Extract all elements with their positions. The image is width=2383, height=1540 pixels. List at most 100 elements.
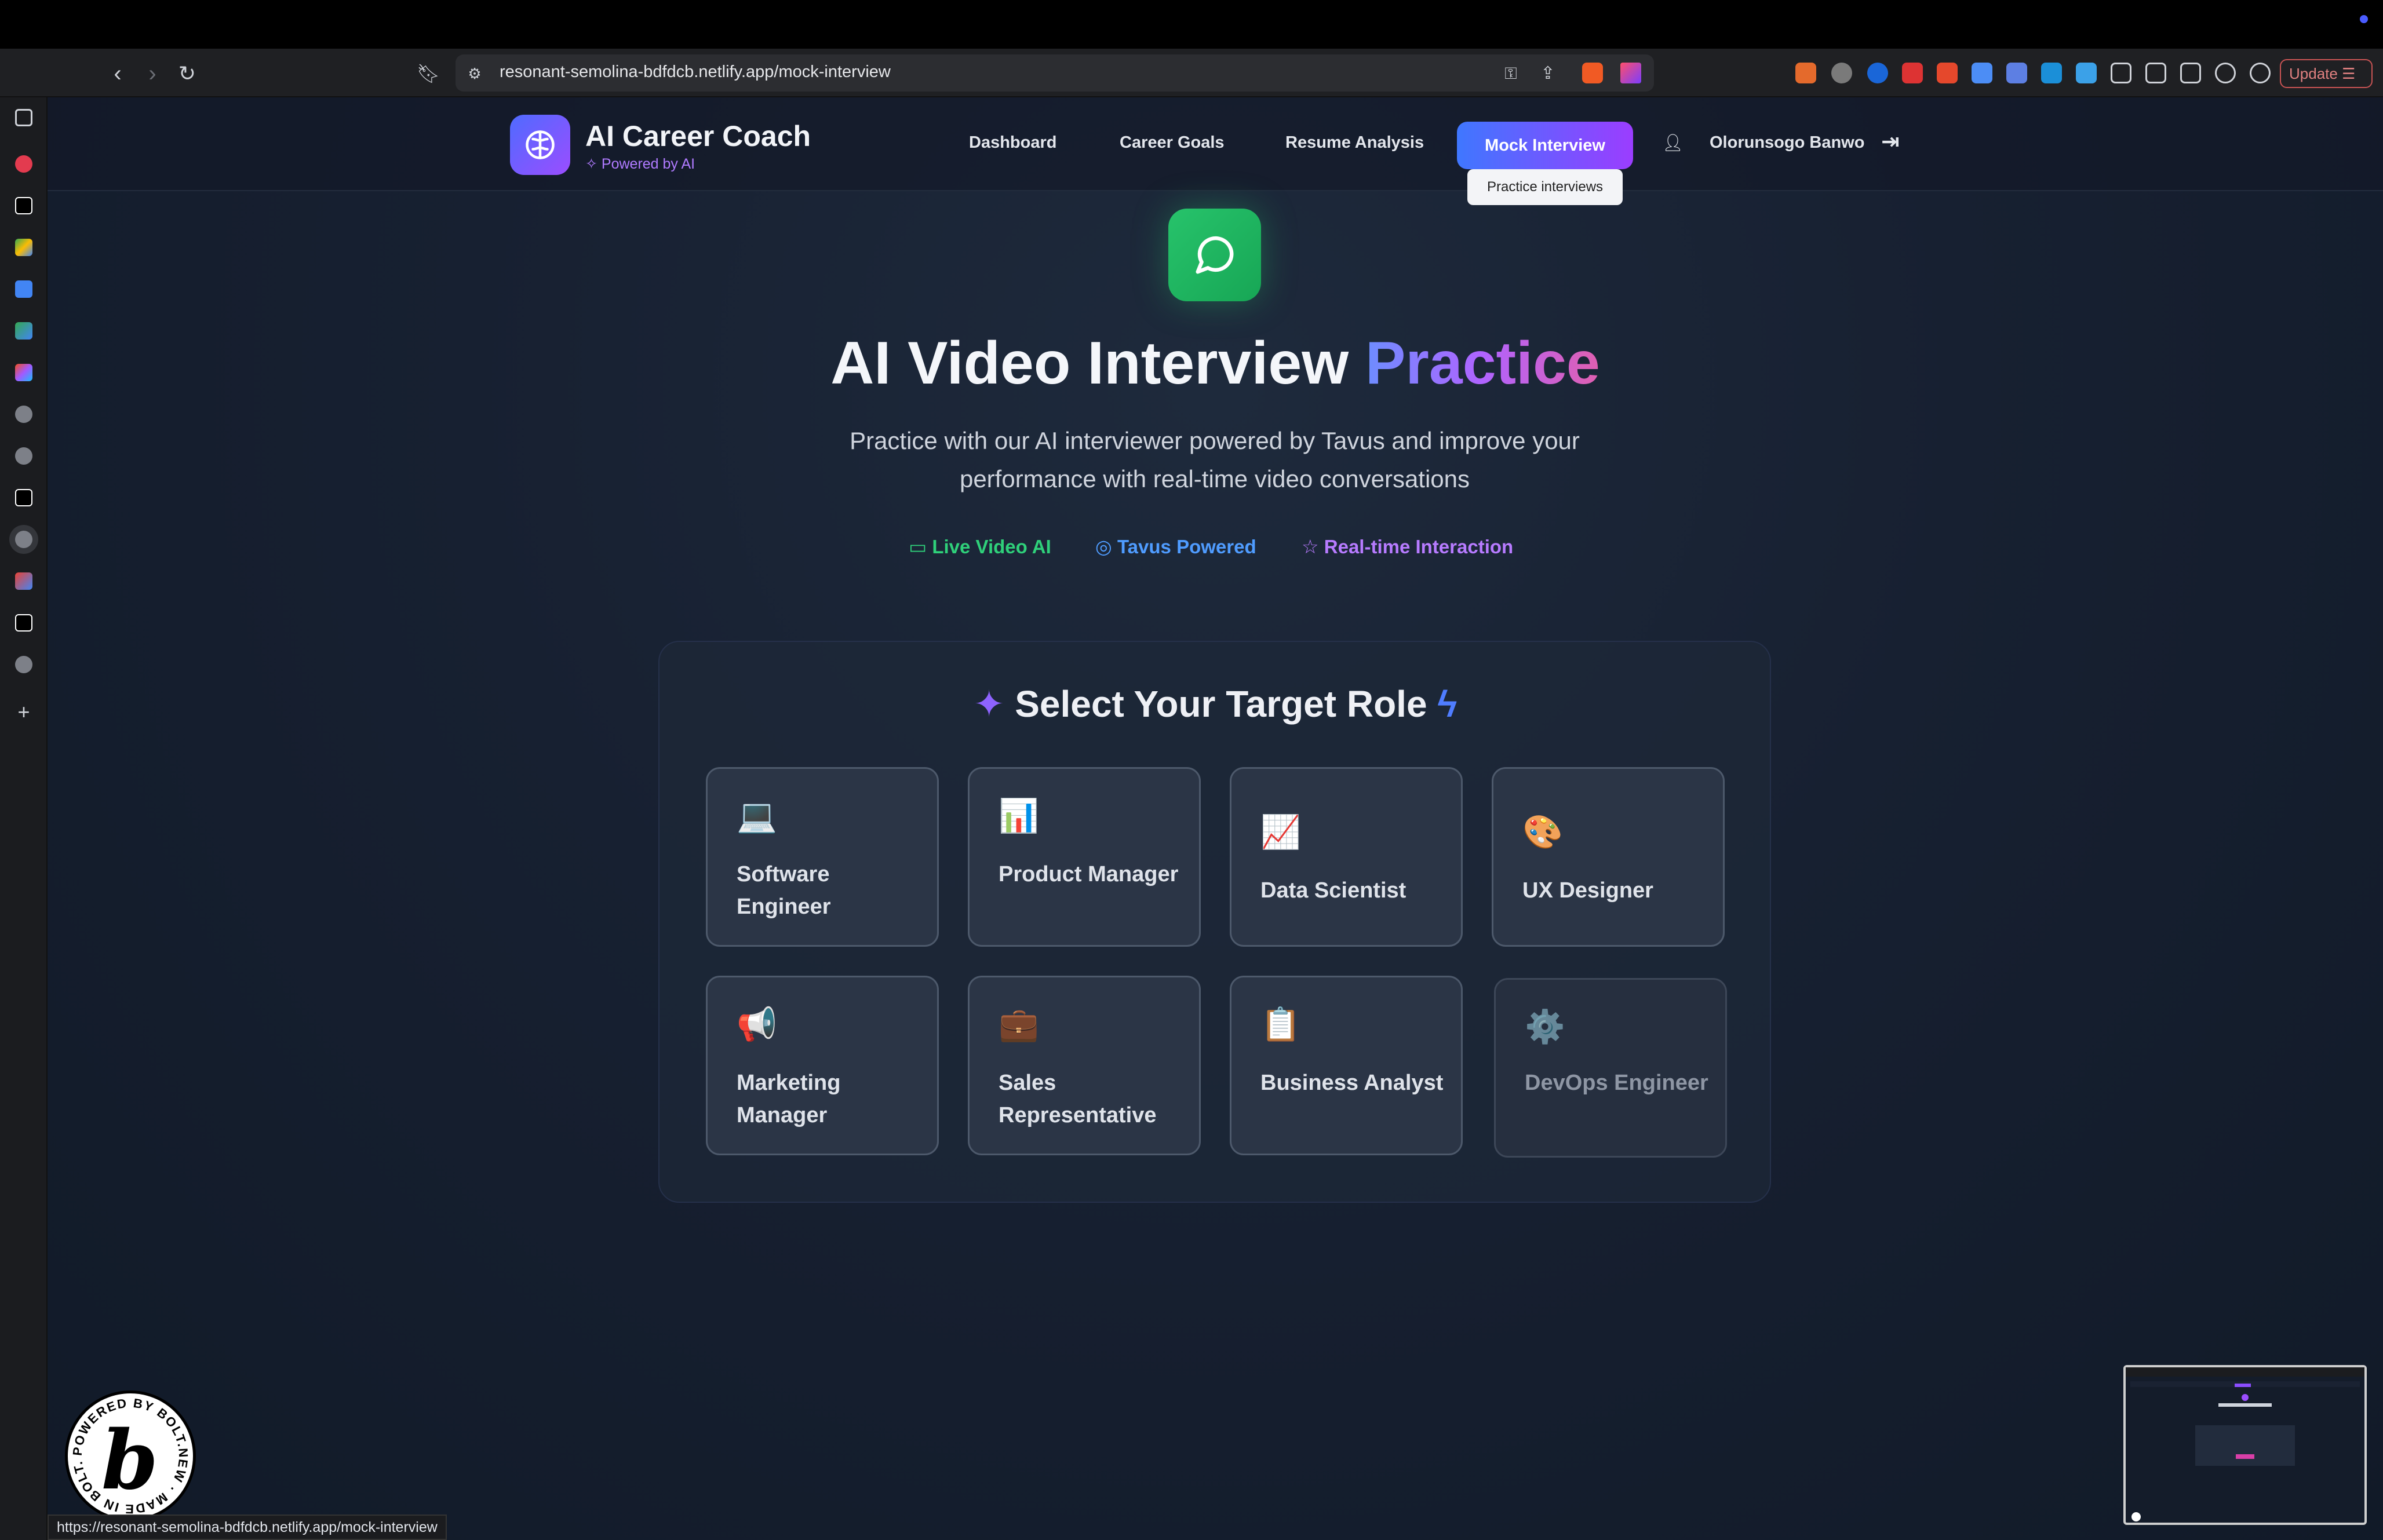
os-top-bar (0, 0, 2383, 49)
globe-icon-3[interactable] (15, 656, 32, 673)
extensions-puzzle-icon[interactable] (2111, 63, 2131, 83)
google-meet-icon[interactable] (15, 239, 32, 256)
role-label: Sales Representative (999, 1071, 1157, 1127)
bolt-b-logo-icon: b (101, 1413, 158, 1508)
page-title: AI Video Interview Practice (48, 329, 2383, 398)
gmail-icon[interactable] (15, 572, 32, 590)
brain-logo-icon[interactable] (510, 115, 570, 175)
feature-realtime: ☆ Real-time Interaction (1302, 535, 1513, 558)
add-icon[interactable]: + (15, 702, 32, 722)
share-icon[interactable]: ⇪ (1535, 60, 1561, 87)
bolt-icon[interactable] (15, 489, 32, 506)
nav-dashboard[interactable]: Dashboard (969, 133, 1056, 152)
site-settings-icon[interactable]: ⚙ (461, 60, 488, 87)
role-sales-representative[interactable]: 💼 Sales Representative (968, 976, 1201, 1155)
brand-subtitle: ✧ Powered by AI (585, 155, 695, 173)
role-devops-engineer[interactable]: ⚙️ DevOps Engineer (1494, 978, 1727, 1158)
figma-icon[interactable] (15, 364, 32, 381)
star-icon: ☆ (1302, 536, 1324, 557)
globe-icon-active[interactable] (15, 531, 32, 548)
medium-icon[interactable] (15, 614, 32, 632)
lightning-icon: ϟ (1427, 683, 1458, 725)
picture-in-picture-preview[interactable] (2123, 1365, 2367, 1525)
page-title-main: AI Video Interview (830, 330, 1349, 397)
logout-icon[interactable]: ⇥ (1881, 129, 1900, 155)
globe-icon[interactable] (15, 406, 32, 423)
chat-bubble-icon (1168, 209, 1261, 301)
feature-realtime-label: Real-time Interaction (1324, 536, 1514, 557)
user-name[interactable]: Olorunsogo Banwo (1710, 133, 1864, 152)
extension-docs-icon[interactable] (1972, 63, 1992, 83)
x-twitter-icon[interactable] (15, 197, 32, 214)
leo-ai-icon[interactable] (2215, 63, 2236, 83)
extension-helper-icon[interactable] (2006, 63, 2027, 83)
bolt-badge[interactable]: POWERED BY BOLT.NEW · MADE IN BOLT.NEW b (65, 1391, 196, 1521)
back-icon[interactable]: ‹ (104, 60, 131, 87)
video-camera-icon: ▭ (909, 536, 932, 557)
status-bar-url: https://resonant-semolina-bdfdcb.netlify… (48, 1515, 447, 1540)
page-description: Practice with our AI interviewer powered… (850, 427, 1580, 492)
key-icon[interactable]: ⚿ (1497, 60, 1524, 87)
screen: ‹ › ↻ 🔖︎ ⚙ resonant-semolina-bdfdcb.netl… (0, 0, 2383, 1540)
role-label: UX Designer (1522, 878, 1653, 903)
bar-chart-icon: 📊 (999, 797, 1039, 834)
extension-fox-icon[interactable] (1795, 63, 1816, 83)
page-title-accent: Practice (1365, 330, 1600, 397)
role-label: Marketing Manager (737, 1071, 841, 1127)
update-label: Update (2289, 65, 2338, 82)
brand-title[interactable]: AI Career Coach (585, 119, 811, 153)
brave-rewards-icon[interactable] (1620, 63, 1641, 83)
role-business-analyst[interactable]: 📋 Business Analyst (1230, 976, 1463, 1155)
reload-icon[interactable]: ↻ (174, 60, 201, 87)
sidebar-panel-icon[interactable] (15, 109, 32, 126)
extension-translate-icon[interactable] (2076, 63, 2097, 83)
google-calendar-icon[interactable] (15, 280, 32, 298)
vpn-icon[interactable] (2250, 63, 2271, 83)
role-label: Business Analyst (1260, 1071, 1444, 1095)
sparkle-icon: ✧ (585, 156, 602, 172)
nav-tooltip: Practice interviews (1467, 169, 1623, 205)
nav-resume-analysis[interactable]: Resume Analysis (1285, 133, 1424, 152)
gear-icon: ⚙️ (1525, 1008, 1565, 1045)
role-data-scientist[interactable]: 📈 Data Scientist (1230, 767, 1463, 947)
url-text[interactable]: resonant-semolina-bdfdcb.netlify.app/moc… (500, 63, 891, 82)
role-label: Product Manager (999, 862, 1179, 886)
extension-a-icon[interactable] (1937, 63, 1958, 83)
extension-lock-icon[interactable] (1902, 63, 1923, 83)
brain-icon: ◎ (1095, 536, 1117, 557)
clipboard-icon: 📋 (1260, 1006, 1301, 1042)
extension-k-icon[interactable] (2041, 63, 2062, 83)
extension-mouse-icon[interactable] (1831, 63, 1852, 83)
role-product-manager[interactable]: 📊 Product Manager (968, 767, 1201, 947)
update-button[interactable]: Update ☰ (2280, 59, 2373, 88)
role-label: Software Engineer (737, 862, 831, 919)
sidebar-toggle-icon[interactable] (2145, 63, 2166, 83)
nav-mock-interview[interactable]: Mock Interview (1457, 122, 1633, 169)
brave-shield-icon[interactable] (1582, 63, 1603, 83)
role-label: Data Scientist (1260, 878, 1407, 903)
feature-live-video-label: Live Video AI (932, 536, 1051, 557)
forward-icon[interactable]: › (139, 60, 166, 87)
feature-tavus-label: Tavus Powered (1117, 536, 1256, 557)
wallet-icon[interactable] (2180, 63, 2201, 83)
laptop-icon: 💻 (737, 797, 777, 834)
role-marketing-manager[interactable]: 📢 Marketing Manager (706, 976, 939, 1155)
role-ux-designer[interactable]: 🎨 UX Designer (1492, 767, 1725, 947)
feature-tavus: ◎ Tavus Powered (1095, 535, 1256, 558)
extension-info-icon[interactable] (1867, 63, 1888, 83)
brand-subtitle-text: Powered by AI (601, 156, 695, 172)
app-page: AI Career Coach ✧ Powered by AI Dashboar… (48, 97, 2383, 1540)
sparkles-icon: ✦ (973, 683, 1015, 725)
role-label: DevOps Engineer (1525, 1071, 1708, 1095)
role-selection-title-text: Select Your Target Role (1015, 683, 1427, 725)
trend-chart-icon: 📈 (1260, 813, 1301, 850)
user-icon: 👤︎ (1662, 134, 1684, 152)
sidebar-app-red-icon[interactable] (15, 155, 32, 173)
bookmark-icon[interactable]: 🔖︎ (415, 60, 442, 87)
role-software-engineer[interactable]: 💻 Software Engineer (706, 767, 939, 947)
megaphone-icon: 📢 (737, 1006, 777, 1042)
globe-icon-2[interactable] (15, 447, 32, 465)
google-app-icon[interactable] (15, 322, 32, 340)
feature-live-video: ▭ Live Video AI (909, 535, 1051, 558)
nav-career-goals[interactable]: Career Goals (1120, 133, 1225, 152)
